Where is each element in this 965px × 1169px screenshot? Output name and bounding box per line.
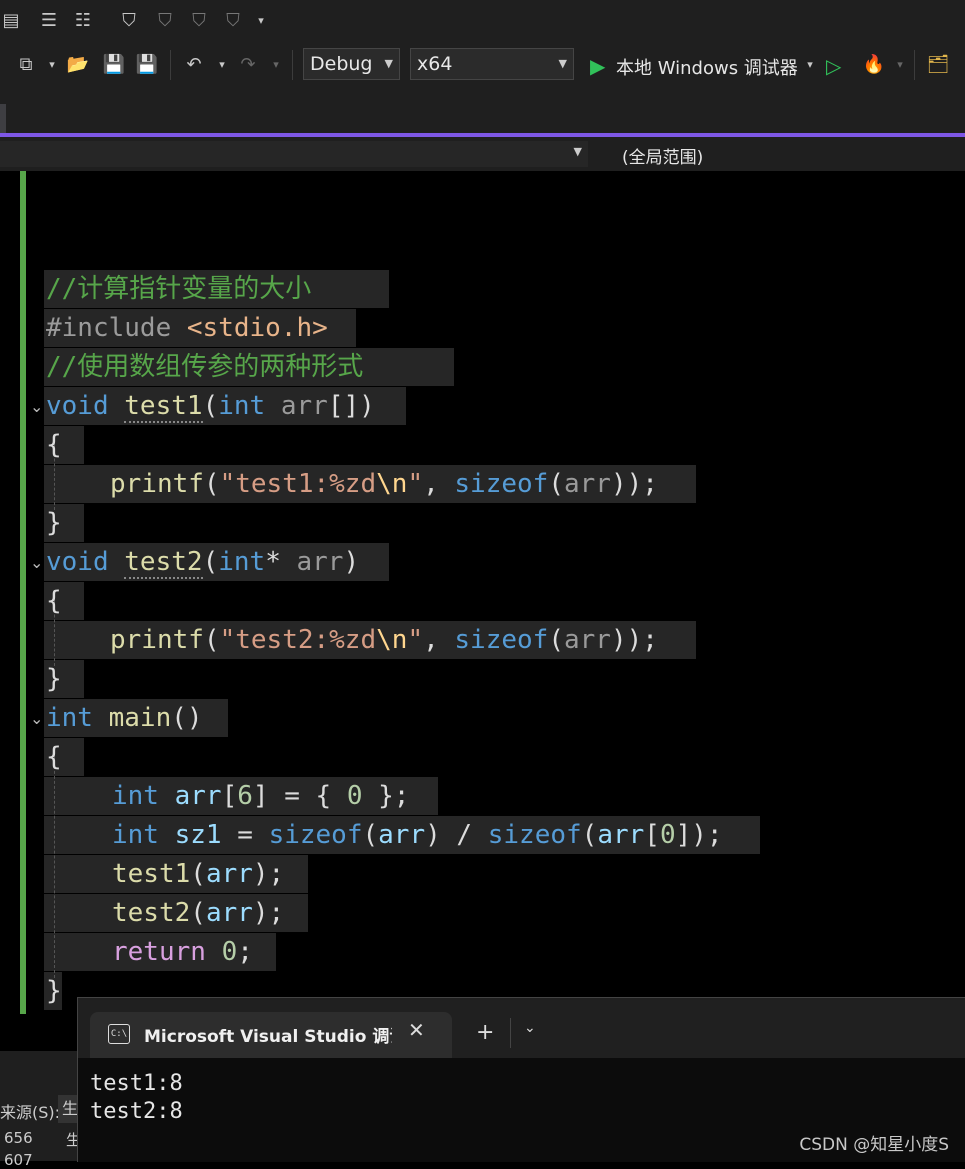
- code-line: {: [46, 742, 62, 772]
- code-line: return 0;: [112, 937, 253, 967]
- watermark: CSDN @知星小度S: [799, 1135, 949, 1155]
- code-line: printf("test2:%zd\n", sizeof(arr));: [110, 625, 658, 655]
- output-source-label: 来源(S):: [0, 1103, 61, 1122]
- platform-value: x64: [417, 53, 453, 75]
- indent-icon[interactable]: ▤: [0, 10, 22, 32]
- code-line: int arr[6] = { 0 };: [112, 781, 410, 811]
- document-tab[interactable]: [0, 104, 6, 134]
- separator: [914, 50, 915, 80]
- code-line: test1(arr);: [112, 859, 285, 889]
- new-project-icon[interactable]: ⧉: [14, 53, 38, 77]
- code-line: }: [46, 664, 62, 694]
- code-line: }: [46, 976, 62, 1006]
- new-tab-icon[interactable]: +: [476, 1020, 494, 1045]
- navigation-bar: ▼ (全局范围): [0, 137, 965, 171]
- project-dropdown[interactable]: ▼: [0, 141, 588, 167]
- uncomment-lines-icon[interactable]: ☷: [72, 10, 94, 32]
- close-icon[interactable]: ✕: [408, 1018, 425, 1042]
- chevron-down-icon: ▼: [558, 57, 567, 70]
- start-debugging-icon[interactable]: ▶: [590, 54, 605, 78]
- standard-toolbar: ⧉ ▾ 📂 💾 💾 ↶ ▾ ↷ ▾ Debug ▼ x64 ▼ ▶ 本地 Win…: [0, 44, 965, 86]
- console-tab-bar: C:\ Microsoft Visual Studio 调试控制台 ✕ + ⌄: [78, 998, 965, 1058]
- chevron-down-icon: ▼: [384, 57, 393, 70]
- start-debugging-button[interactable]: 本地 Windows 调试器: [616, 54, 798, 80]
- chevron-down-icon[interactable]: ▾: [888, 53, 912, 77]
- code-editor[interactable]: ⌄ ⌄ ⌄ //计算指针变量的大小 #include <stdio.h> //使…: [0, 171, 965, 1051]
- open-folder-icon[interactable]: 📂: [66, 53, 90, 77]
- undo-icon[interactable]: ↶: [182, 53, 206, 77]
- code-line: void test2(int* arr): [46, 547, 360, 579]
- chevron-down-icon: ▼: [573, 145, 582, 158]
- fold-toggle-icon[interactable]: ⌄: [30, 397, 43, 416]
- change-tracking-bar: [20, 171, 26, 1014]
- code-line: {: [46, 586, 62, 616]
- start-without-debugging-icon[interactable]: ▷: [826, 54, 841, 78]
- separator: [170, 50, 171, 80]
- next-bookmark-icon[interactable]: ⛉: [188, 10, 210, 32]
- code-line: printf("test1:%zd\n", sizeof(arr));: [110, 469, 658, 499]
- scope-dropdown[interactable]: (全局范围): [622, 143, 703, 168]
- console-tab[interactable]: C:\ Microsoft Visual Studio 调试控制台 ✕: [90, 1012, 452, 1058]
- code-line: #include <stdio.h>: [46, 313, 328, 343]
- bookmark-icon[interactable]: ⛉: [118, 10, 140, 32]
- chevron-down-icon[interactable]: ▾: [250, 10, 272, 32]
- fold-toggle-icon[interactable]: ⌄: [30, 553, 43, 572]
- output-panel: 来源(S): 生 656 生 607: [0, 1051, 81, 1169]
- chevron-down-icon[interactable]: ⌄: [524, 1020, 536, 1036]
- comment-lines-icon[interactable]: ☰: [38, 10, 60, 32]
- document-tab-strip: [0, 86, 965, 134]
- save-all-icon[interactable]: 💾: [135, 53, 159, 77]
- top-icon-strip: ▤ ☰ ☷ ⛉ ⛉ ⛉ ⛉ ▾: [0, 0, 965, 44]
- console-tab-title: Microsoft Visual Studio 调试控制台: [144, 1027, 392, 1047]
- solution-explorer-icon[interactable]: 🗂: [926, 53, 950, 77]
- code-line: {: [46, 430, 62, 460]
- code-line: //计算指针变量的大小: [46, 274, 312, 304]
- code-line: }: [46, 508, 62, 538]
- console-output: test1:8 test2:8: [90, 1071, 183, 1124]
- code-line: int sz1 = sizeof(arr) / sizeof(arr[0]);: [112, 820, 723, 850]
- chevron-down-icon[interactable]: ▾: [40, 53, 64, 77]
- chevron-down-icon[interactable]: ▾: [798, 53, 822, 77]
- output-row-number: 607: [4, 1151, 33, 1169]
- console-icon: C:\: [108, 1024, 130, 1044]
- save-icon[interactable]: 💾: [102, 53, 126, 77]
- configuration-select[interactable]: Debug ▼: [303, 48, 400, 80]
- fold-toggle-icon[interactable]: ⌄: [30, 709, 43, 728]
- output-row-number: 656: [4, 1129, 33, 1147]
- redo-icon[interactable]: ↷: [236, 53, 260, 77]
- clear-bookmarks-icon[interactable]: ⛉: [222, 10, 244, 32]
- separator: [292, 50, 293, 80]
- platform-select[interactable]: x64 ▼: [410, 48, 574, 80]
- configuration-value: Debug: [310, 53, 373, 75]
- code-line: test2(arr);: [112, 898, 285, 928]
- separator: [510, 1018, 511, 1048]
- code-line: //使用数组传参的两种形式: [46, 352, 364, 382]
- chevron-down-icon[interactable]: ▾: [210, 53, 234, 77]
- prev-bookmark-icon[interactable]: ⛉: [154, 10, 176, 32]
- hot-reload-icon[interactable]: 🔥: [862, 53, 886, 77]
- code-line: void test1(int arr[]): [46, 391, 375, 423]
- code-line: int main(): [46, 703, 203, 733]
- chevron-down-icon[interactable]: ▾: [264, 53, 288, 77]
